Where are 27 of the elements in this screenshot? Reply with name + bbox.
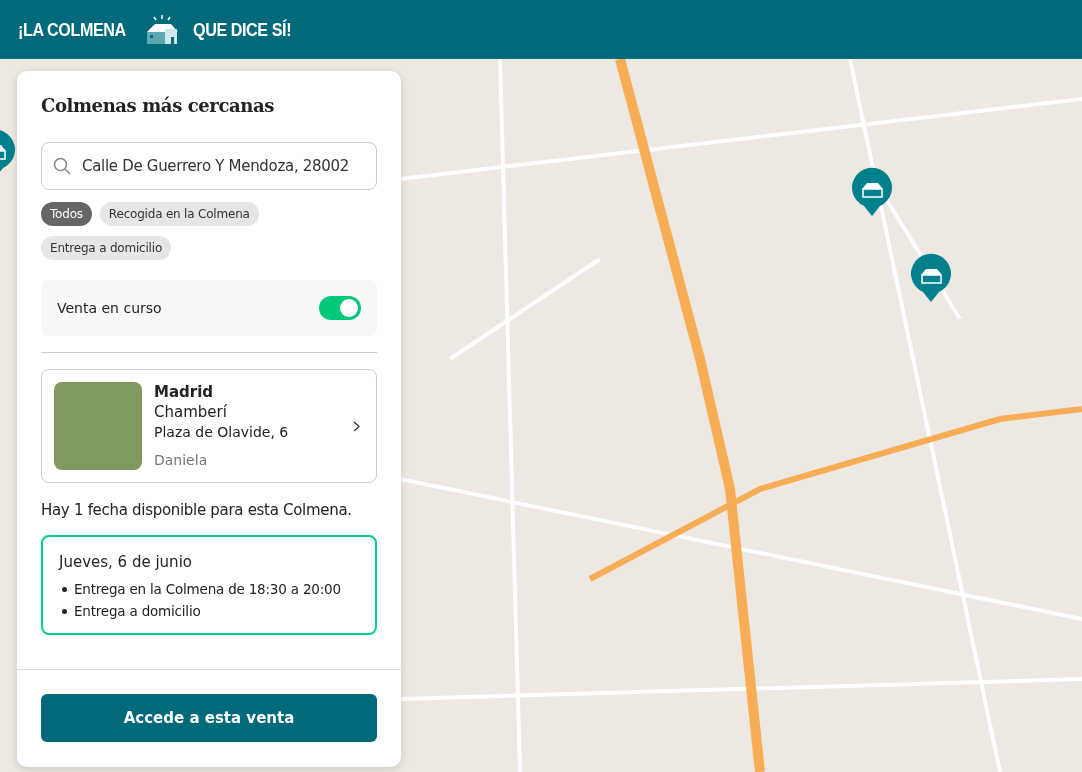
chevron-right-icon xyxy=(353,420,360,432)
hive-district: Chamberí xyxy=(154,402,228,422)
bullet-icon xyxy=(62,608,67,614)
availability-text: Hay 1 fecha disponible para esta Colmena. xyxy=(41,501,353,519)
logo-text[interactable]: QUE DICE SÍ! xyxy=(192,18,291,41)
search-icon xyxy=(53,157,71,175)
hive-city: Madrid xyxy=(154,382,215,402)
house-logo-icon xyxy=(144,14,179,45)
filter-chip[interactable]: Todos xyxy=(41,202,92,226)
hive-address: Plaza de Olavide, 6 xyxy=(154,423,290,442)
filter-chip[interactable]: Entrega a domicilio xyxy=(41,236,172,260)
hive-card[interactable]: Madrid Chamberí Plaza de Olavide, 6 Daniela xyxy=(41,369,377,483)
date-card[interactable]: Jueves, 6 de junio Entrega en la Colmena de 18:30 a 20:00 Entrega a domicilio xyxy=(41,535,377,635)
delivery-option: Entrega a domicilio xyxy=(74,603,201,619)
hive-pin-icon[interactable] xyxy=(910,253,952,303)
panel-title: Colmenas más cercanas xyxy=(41,95,275,116)
hive-pin-icon[interactable] xyxy=(851,167,893,217)
toggle-label: Venta en curso xyxy=(57,300,162,316)
logo-text[interactable]: ¡LA COLMENA xyxy=(18,18,126,41)
access-sale-button[interactable]: Accede a esta venta xyxy=(41,694,377,742)
host-name: Daniela xyxy=(154,451,209,470)
toggle-switch[interactable] xyxy=(319,296,361,320)
delivery-option: Entrega en la Colmena de 18:30 a 20:00 xyxy=(74,581,341,597)
date-title: Jueves, 6 de junio xyxy=(59,553,193,571)
filter-chip[interactable]: Recogida en la Colmena xyxy=(99,202,259,226)
bullet-icon xyxy=(62,586,67,592)
search-field[interactable]: Calle De Guerrero Y Mendoza, 28002 xyxy=(41,142,377,190)
